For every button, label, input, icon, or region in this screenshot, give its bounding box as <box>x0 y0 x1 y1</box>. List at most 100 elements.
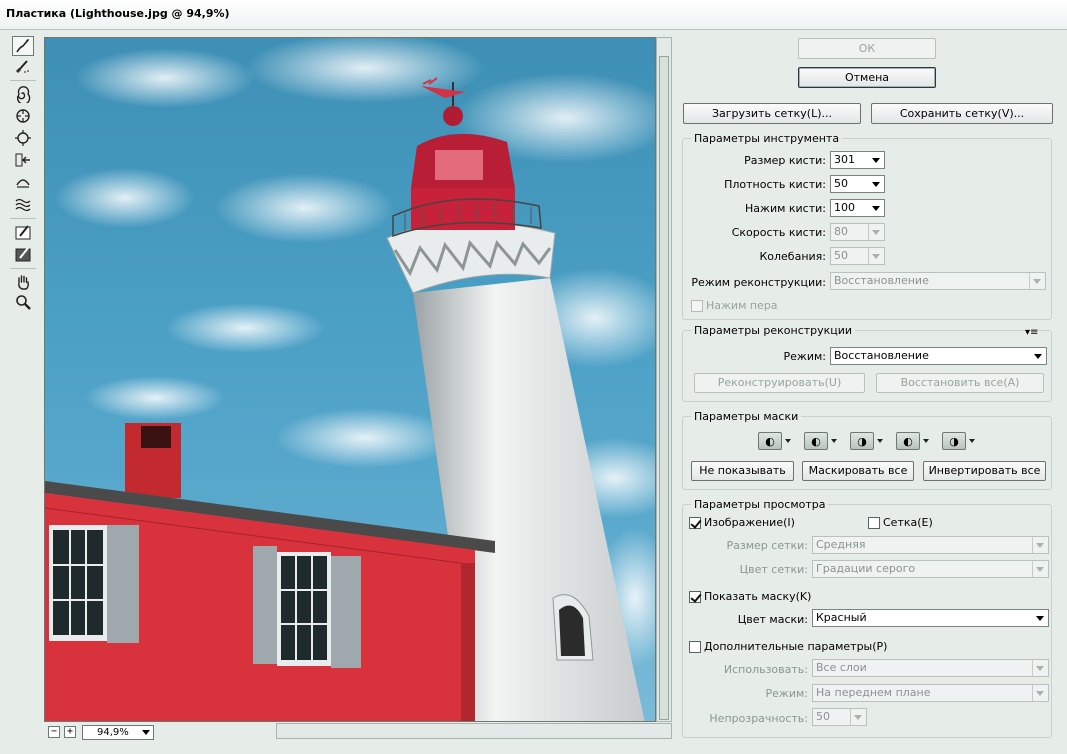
cancel-button[interactable]: Отмена <box>798 67 936 88</box>
brush-size-select[interactable]: 301 <box>830 151 885 169</box>
reconstruct-options-legend: Параметры реконструкции <box>694 324 853 337</box>
mask-options-legend: Параметры маски <box>694 410 799 423</box>
mesh-color-select[interactable]: Градации серого <box>812 560 1049 578</box>
zoom-tool-icon[interactable] <box>12 292 34 312</box>
brush-rate-select[interactable]: 80 <box>830 223 885 241</box>
checkbox-box <box>691 299 703 312</box>
forward-warp-tool-icon[interactable] <box>12 36 34 56</box>
checkbox-box <box>689 590 701 603</box>
reconstruct-mode-value: Восстановление <box>834 274 929 287</box>
mesh-size-label: Размер сетки: <box>726 539 809 552</box>
backdrop-opacity-value: 50 <box>816 710 830 723</box>
show-mesh-label: Сетка(E) <box>883 516 933 529</box>
tool-separator <box>10 80 36 81</box>
brush-density-label: Плотность кисти: <box>724 178 826 191</box>
mask-color-value: Красный <box>816 611 867 624</box>
mesh-size-select[interactable]: Средняя <box>812 536 1049 554</box>
tool-separator <box>10 218 36 219</box>
checkbox-box <box>689 516 701 529</box>
restore-all-button[interactable]: Восстановить все(A) <box>876 373 1044 393</box>
mesh-color-value: Градации серого <box>816 562 916 575</box>
backdrop-use-label: Использовать: <box>723 663 808 676</box>
backdrop-mode-select[interactable]: На переднем плане <box>812 684 1049 702</box>
show-mesh-checkbox[interactable]: Сетка(E) <box>868 516 933 529</box>
turbulence-tool-icon[interactable] <box>12 194 34 214</box>
zoom-controls: − + 94,9% <box>48 724 154 740</box>
backdrop-use-select[interactable]: Все слои <box>812 659 1049 677</box>
chevron-down-icon <box>142 729 150 735</box>
image-preview[interactable] <box>44 37 656 722</box>
turbulent-jitter-label: Колебания: <box>759 250 826 263</box>
brush-pressure-label: Нажим кисти: <box>745 202 826 215</box>
save-mesh-button[interactable]: Сохранить сетку(V)... <box>871 103 1053 124</box>
pucker-tool-icon[interactable] <box>12 106 34 126</box>
backdrop-use-value: Все слои <box>816 661 867 674</box>
invert-all-button[interactable]: Инвертировать все <box>923 461 1046 481</box>
checkbox-box <box>689 640 701 653</box>
zoom-level-select[interactable]: 94,9% <box>82 724 154 740</box>
show-backdrop-checkbox[interactable]: Дополнительные параметры(P) <box>689 640 887 653</box>
zoom-out-button[interactable]: − <box>48 726 60 738</box>
turbulent-jitter-select[interactable]: 50 <box>830 247 885 265</box>
brush-rate-value: 80 <box>834 225 848 238</box>
brush-density-value: 50 <box>834 177 848 190</box>
vertical-scrollbar[interactable] <box>656 37 672 722</box>
invert-selection-icon[interactable]: ◑ <box>942 431 978 451</box>
replace-selection-icon[interactable]: ◐ <box>758 431 794 451</box>
view-options-legend: Параметры просмотра <box>694 498 826 511</box>
twirl-tool-icon[interactable] <box>12 84 34 104</box>
vertical-scroll-thumb[interactable] <box>659 56 669 720</box>
brush-density-select[interactable]: 50 <box>830 175 885 193</box>
load-mesh-button[interactable]: Загрузить сетку(L)... <box>683 103 861 124</box>
show-mask-checkbox[interactable]: Показать маску(K) <box>689 590 811 603</box>
mask-none-button[interactable]: Не показывать <box>691 461 794 481</box>
tool-strip <box>0 30 44 754</box>
backdrop-mode-label: Режим: <box>765 687 808 700</box>
thaw-mask-tool-icon[interactable] <box>12 244 34 264</box>
stylus-pressure-checkbox[interactable]: Нажим пера <box>691 299 778 312</box>
brush-size-value: 301 <box>834 153 855 166</box>
backdrop-mode-value: На переднем плане <box>816 686 931 699</box>
reconstruct-mode-select-2[interactable]: Восстановление <box>830 347 1047 365</box>
chevron-down-icon <box>1034 354 1042 359</box>
hand-tool-icon[interactable] <box>12 272 34 292</box>
chevron-down-icon <box>1036 616 1044 621</box>
chevron-down-icon <box>872 254 880 259</box>
reconstruct-mode-label-2: Режим: <box>783 350 826 363</box>
reconstruct-tool-icon[interactable] <box>12 56 34 76</box>
chevron-down-icon <box>1036 691 1044 696</box>
show-image-checkbox[interactable]: Изображение(I) <box>689 516 795 529</box>
brush-rate-label: Скорость кисти: <box>731 226 826 239</box>
panel-menu-icon[interactable]: ▾≡ <box>1025 327 1038 338</box>
intersect-selection-icon[interactable]: ◐ <box>896 431 932 451</box>
backdrop-opacity-label: Непрозрачность: <box>709 712 808 725</box>
horizontal-scrollbar[interactable] <box>276 723 672 739</box>
push-left-tool-icon[interactable] <box>12 150 34 170</box>
brush-size-label: Размер кисти: <box>744 154 826 167</box>
mask-all-button[interactable]: Маскировать все <box>802 461 914 481</box>
window-title: Пластика (Lighthouse.jpg @ 94,9%) <box>6 7 230 20</box>
freeze-mask-tool-icon[interactable] <box>12 222 34 242</box>
mesh-size-value: Средняя <box>816 538 866 551</box>
mirror-tool-icon[interactable] <box>12 172 34 192</box>
backdrop-opacity-select[interactable]: 50 <box>812 708 867 726</box>
checkbox-box <box>868 516 880 529</box>
reconstruct-button[interactable]: Реконструировать(U) <box>694 373 865 393</box>
reconstruct-mode-select[interactable]: Восстановление <box>830 272 1046 290</box>
show-backdrop-label: Дополнительные параметры(P) <box>704 640 888 653</box>
chevron-down-icon <box>872 230 880 235</box>
bloat-tool-icon[interactable] <box>12 128 34 148</box>
subtract-from-selection-icon[interactable]: ◑ <box>850 431 886 451</box>
chevron-down-icon <box>1036 666 1044 671</box>
mask-color-select[interactable]: Красный <box>812 609 1049 627</box>
reconstruct-mode-label: Режим реконструкции: <box>691 276 826 289</box>
zoom-in-button[interactable]: + <box>64 726 76 738</box>
tool-separator <box>10 268 36 269</box>
ok-button[interactable]: ОК <box>798 38 936 59</box>
add-to-selection-icon[interactable]: ◐ <box>804 431 840 451</box>
brush-pressure-select[interactable]: 100 <box>830 199 885 217</box>
brush-pressure-value: 100 <box>834 201 855 214</box>
options-panel: ОК Отмена Загрузить сетку(L)... Сохранит… <box>672 30 1067 754</box>
chevron-down-icon <box>872 182 880 187</box>
chevron-down-icon <box>1036 567 1044 572</box>
